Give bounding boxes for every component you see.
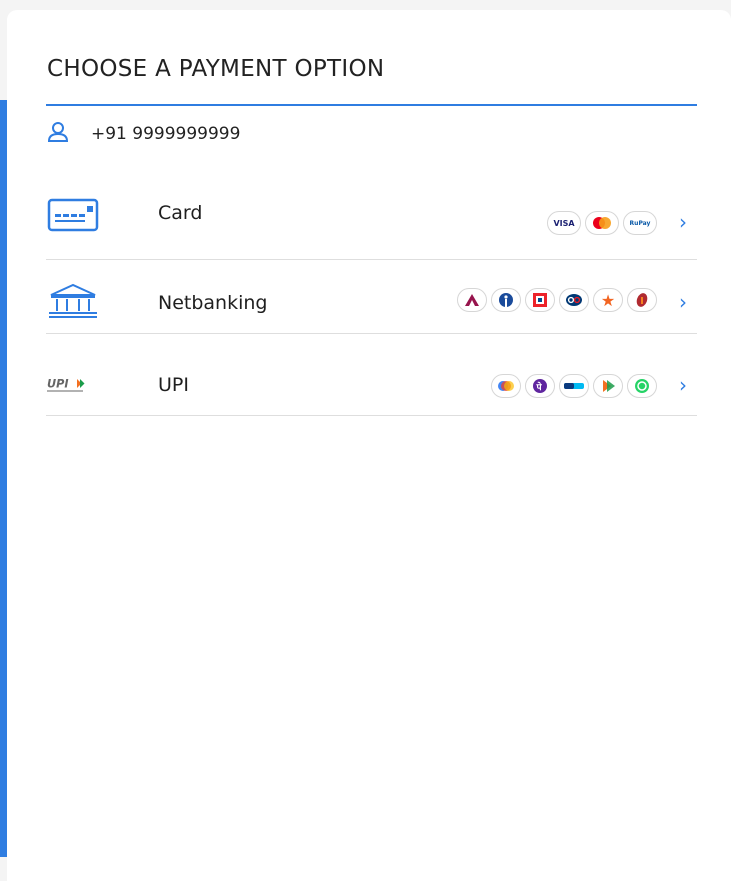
payment-option-card[interactable]: Card VISA RuPay › (46, 180, 697, 260)
card-network-logos: VISA RuPay (547, 211, 657, 235)
option-label-card: Card (158, 202, 203, 224)
phonepe-logo: पे (525, 374, 555, 398)
axis-bank-logo (457, 288, 487, 312)
title-divider (46, 104, 697, 106)
bank-logos: ★ (457, 288, 657, 312)
chevron-right-icon: › (679, 290, 687, 314)
payment-option-netbanking[interactable]: Netbanking ★ › (46, 252, 697, 334)
svg-text:पे: पे (536, 381, 543, 393)
sbi-logo (491, 288, 521, 312)
upi-logo: UPI (47, 368, 101, 402)
visa-logo: VISA (547, 211, 581, 235)
user-icon (47, 121, 69, 147)
user-phone-row: +91 9999999999 (47, 122, 240, 146)
bank-icon (47, 283, 101, 318)
hdfc-bank-logo (525, 288, 555, 312)
kotak-logo (559, 288, 589, 312)
mastercard-logo (585, 211, 619, 235)
google-pay-logo (491, 374, 521, 398)
whatsapp-logo (627, 374, 657, 398)
icici-bank-logo (627, 288, 657, 312)
chevron-right-icon: › (679, 210, 687, 234)
user-phone-number: +91 9999999999 (91, 124, 241, 144)
upi-app-logos: पे (491, 374, 657, 398)
bhim-logo (593, 374, 623, 398)
page-title: CHOOSE A PAYMENT OPTION (47, 56, 385, 82)
payment-option-upi[interactable]: UPI UPI पे › (46, 334, 697, 416)
svg-text:UPI: UPI (47, 377, 69, 390)
left-accent-bar (0, 100, 7, 857)
credit-card-icon (47, 198, 101, 232)
chevron-right-icon: › (679, 373, 687, 397)
option-label-upi: UPI (158, 374, 189, 396)
rupay-logo: RuPay (623, 211, 657, 235)
payment-options-panel: CHOOSE A PAYMENT OPTION +91 9999999999 C… (7, 10, 731, 881)
option-label-netbanking: Netbanking (158, 292, 268, 314)
star-bank-logo: ★ (593, 288, 623, 312)
paytm-logo (559, 374, 589, 398)
